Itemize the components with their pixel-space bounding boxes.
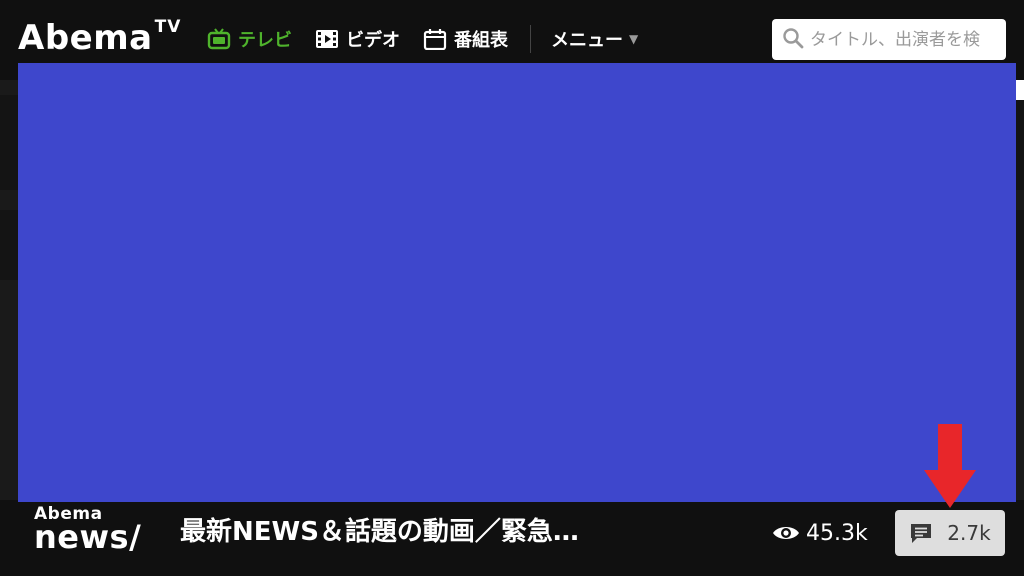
search-input[interactable]: [810, 29, 1000, 50]
calendar-icon: [422, 27, 448, 51]
news-logo-bottom: news/: [34, 518, 142, 556]
comment-button[interactable]: 2.7k: [895, 510, 1005, 556]
view-count-value: 45.3k: [806, 520, 868, 546]
abematv-logo[interactable]: Abema TV: [18, 16, 181, 66]
nav-label-tv: テレビ: [238, 30, 292, 51]
nav-label-schedule: 番組表: [454, 30, 508, 51]
nav-label-video: ビデオ: [346, 30, 400, 51]
nav-divider: [530, 25, 531, 53]
film-icon: [314, 27, 340, 51]
nav-item-schedule[interactable]: 番組表: [422, 26, 508, 52]
search-icon: [782, 27, 804, 53]
nav-item-menu[interactable]: メニュー ▼: [551, 26, 638, 52]
view-count: 45.3k: [772, 516, 868, 550]
logo-superscript: TV: [154, 17, 182, 37]
logo-text: Abema: [18, 18, 153, 58]
main-nav: テレビ ビデオ 番組表 メニュー ▼: [206, 22, 660, 56]
nav-label-menu: メニュー: [551, 30, 623, 51]
comment-count: 2.7k: [947, 521, 991, 545]
video-player[interactable]: [18, 63, 1016, 502]
abema-news-logo[interactable]: Abema news/: [34, 506, 142, 556]
search-box[interactable]: [772, 19, 1006, 60]
nav-item-video[interactable]: ビデオ: [314, 26, 400, 52]
tv-icon: [206, 27, 232, 51]
eye-icon: [772, 522, 802, 544]
red-arrow-icon: [924, 424, 976, 508]
chevron-down-icon: ▼: [629, 32, 639, 46]
scroll-indicator[interactable]: [1016, 80, 1024, 100]
program-title: 最新NEWS＆話題の動画／緊急…: [180, 517, 579, 547]
nav-item-tv[interactable]: テレビ: [206, 26, 292, 52]
comment-icon: [909, 521, 935, 545]
